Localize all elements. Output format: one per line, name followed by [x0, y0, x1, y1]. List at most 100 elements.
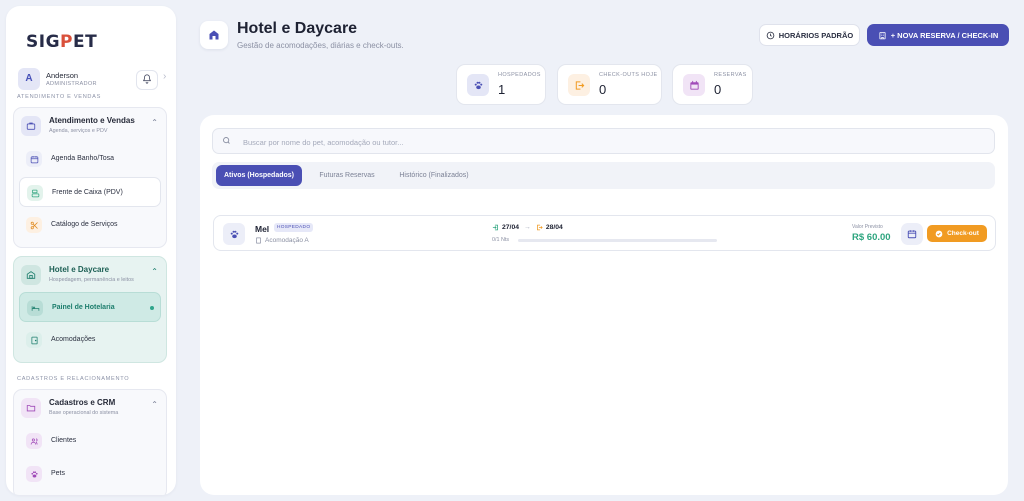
briefcase-icon: [21, 116, 41, 136]
booking-row[interactable]: Mel HOSPEDADO Acomodação A 27/04 → 28/04…: [213, 215, 996, 251]
sidebar-item-accommodations[interactable]: Acomodações: [19, 325, 161, 355]
nav-group-sales-header[interactable]: Atendimento e Vendas Agenda, serviços e …: [14, 108, 166, 142]
check-circle-icon: [935, 230, 943, 237]
stat-label: RESERVAS: [714, 72, 747, 78]
paw-icon: [467, 74, 489, 96]
cash-register-icon: [27, 185, 43, 201]
checkin-date: 27/04: [502, 224, 520, 231]
edit-dates-button[interactable]: [901, 223, 923, 245]
sidebar-item-label: Painel de Hotelaria: [52, 304, 115, 311]
value-label: Valor Previsto: [852, 224, 883, 230]
stat-label: HOSPEDADOS: [498, 72, 541, 78]
sidebar-item-hotel-panel[interactable]: Painel de Hotelaria: [19, 292, 161, 322]
room-name: Acomodação A: [265, 237, 309, 244]
chevron-up-icon: ⌃: [151, 267, 158, 276]
stat-value: 1: [498, 82, 506, 97]
nav-group-hotel-header[interactable]: Hotel e Daycare Hospedagem, permanência …: [14, 257, 166, 291]
logout-icon: [568, 74, 590, 96]
section-label-sales: ATENDIMENTO E VENDAS: [17, 94, 102, 100]
user-role: ADMINISTRADOR: [46, 81, 97, 87]
sidebar-item-pos[interactable]: Frente de Caixa (PDV): [19, 177, 161, 207]
sidebar-item-grooming-schedule[interactable]: Agenda Banho/Tosa: [19, 144, 161, 174]
sidebar-item-clients[interactable]: Clientes: [19, 426, 161, 456]
tab-history[interactable]: Histórico (Finalizados): [390, 165, 478, 186]
tab-active-guests[interactable]: Ativos (Hospedados): [216, 165, 302, 186]
page-subtitle: Gestão de acomodações, diárias e check-o…: [237, 41, 404, 50]
stat-card-checkouts-today: CHECK-OUTS HOJE 0: [557, 64, 662, 105]
hotel-icon: [200, 21, 228, 49]
chevron-right-icon[interactable]: ›: [163, 71, 166, 82]
nav-group-title: Atendimento e Vendas: [49, 116, 135, 125]
calendar-edit-icon: [907, 230, 917, 239]
checkout-date: 28/04: [545, 224, 563, 231]
stat-value: 0: [714, 82, 722, 97]
page-title: Hotel e Daycare: [237, 20, 358, 37]
nav-group-crm-header[interactable]: Cadastros e CRM Base operacional do sist…: [14, 390, 166, 424]
stat-card-reservations: RESERVAS 0: [672, 64, 753, 105]
default-schedule-button[interactable]: HORÁRIOS PADRÃO: [759, 24, 860, 46]
clock-icon: [766, 31, 775, 39]
sidebar: SIGPET A Anderson ADMINISTRADOR › ATENDI…: [6, 6, 176, 495]
sidebar-item-label: Agenda Banho/Tosa: [51, 155, 115, 162]
nav-group-hotel: Hotel e Daycare Hospedagem, permanência …: [13, 256, 167, 363]
new-booking-button[interactable]: + NOVA RESERVA / CHECK-IN: [867, 24, 1009, 46]
user-name: Anderson: [46, 71, 79, 80]
booking-value: R$ 60.00: [852, 232, 891, 243]
door-icon: [256, 237, 261, 244]
bell-icon: [143, 74, 151, 84]
section-label-crm: CADASTROS E RELACIONAMENTO: [17, 376, 130, 382]
nav-group-subtitle: Agenda, serviços e PDV: [49, 128, 108, 134]
scissors-icon: [26, 217, 42, 233]
avatar: A: [18, 68, 40, 90]
room-info: Acomodação A: [255, 237, 309, 244]
sidebar-item-label: Frente de Caixa (PDV): [52, 189, 123, 196]
stay-progress-bar: [518, 239, 717, 242]
sidebar-item-services-catalog[interactable]: Catálogo de Serviços: [19, 210, 161, 240]
paw-icon: [223, 223, 245, 245]
sidebar-item-label: Pets: [51, 470, 66, 477]
nav-group-subtitle: Hospedagem, permanência e leitos: [49, 277, 134, 283]
arrow-right-icon: →: [524, 224, 531, 231]
nights-count: 0/1 Nts: [492, 237, 510, 243]
building-icon: [879, 31, 886, 39]
tab-bar: Ativos (Hospedados) Futuras Reservas His…: [212, 162, 995, 189]
active-indicator: [150, 306, 154, 310]
search-icon: [223, 137, 230, 144]
calendar-icon: [26, 151, 42, 167]
tab-future-reservations[interactable]: Futuras Reservas: [308, 165, 386, 186]
sidebar-item-label: Acomodações: [51, 336, 96, 343]
stay-dates: 27/04 → 28/04: [492, 224, 563, 231]
hotel-icon: [21, 265, 41, 285]
paw-icon: [26, 466, 42, 482]
sidebar-item-pets[interactable]: Pets: [19, 459, 161, 489]
sidebar-item-label: Catálogo de Serviços: [51, 221, 118, 228]
nav-group-title: Hotel e Daycare: [49, 265, 110, 274]
door-icon: [26, 332, 42, 348]
sidebar-item-label: Clientes: [51, 437, 77, 444]
pet-name: Mel: [255, 224, 270, 234]
app-logo[interactable]: SIGPET: [26, 32, 97, 52]
folder-icon: [21, 398, 41, 418]
chevron-up-icon: ⌃: [151, 400, 158, 409]
stat-card-guests: HOSPEDADOS 1: [456, 64, 546, 105]
calendar-icon: [683, 74, 705, 96]
bed-icon: [27, 300, 43, 316]
checkout-label: Check-out: [947, 230, 979, 237]
chevron-up-icon: ⌃: [151, 118, 158, 127]
main-panel: Ativos (Hospedados) Futuras Reservas His…: [200, 115, 1008, 495]
nav-group-sales: Atendimento e Vendas Agenda, serviços e …: [13, 107, 167, 248]
search-input[interactable]: [243, 134, 943, 150]
new-booking-label: + NOVA RESERVA / CHECK-IN: [890, 30, 999, 40]
user-profile[interactable]: A Anderson ADMINISTRADOR ›: [18, 68, 168, 92]
logout-icon: [536, 224, 543, 231]
notifications-button[interactable]: [136, 70, 158, 90]
nav-group-subtitle: Base operacional do sistema: [49, 410, 119, 416]
default-schedule-label: HORÁRIOS PADRÃO: [778, 30, 854, 40]
login-icon: [492, 224, 498, 231]
nav-group-title: Cadastros e CRM: [49, 398, 116, 407]
stat-label: CHECK-OUTS HOJE: [599, 72, 658, 78]
search-bar: [212, 128, 995, 154]
users-icon: [26, 433, 42, 449]
checkout-button[interactable]: Check-out: [927, 225, 987, 242]
status-badge: HOSPEDADO: [274, 223, 314, 232]
